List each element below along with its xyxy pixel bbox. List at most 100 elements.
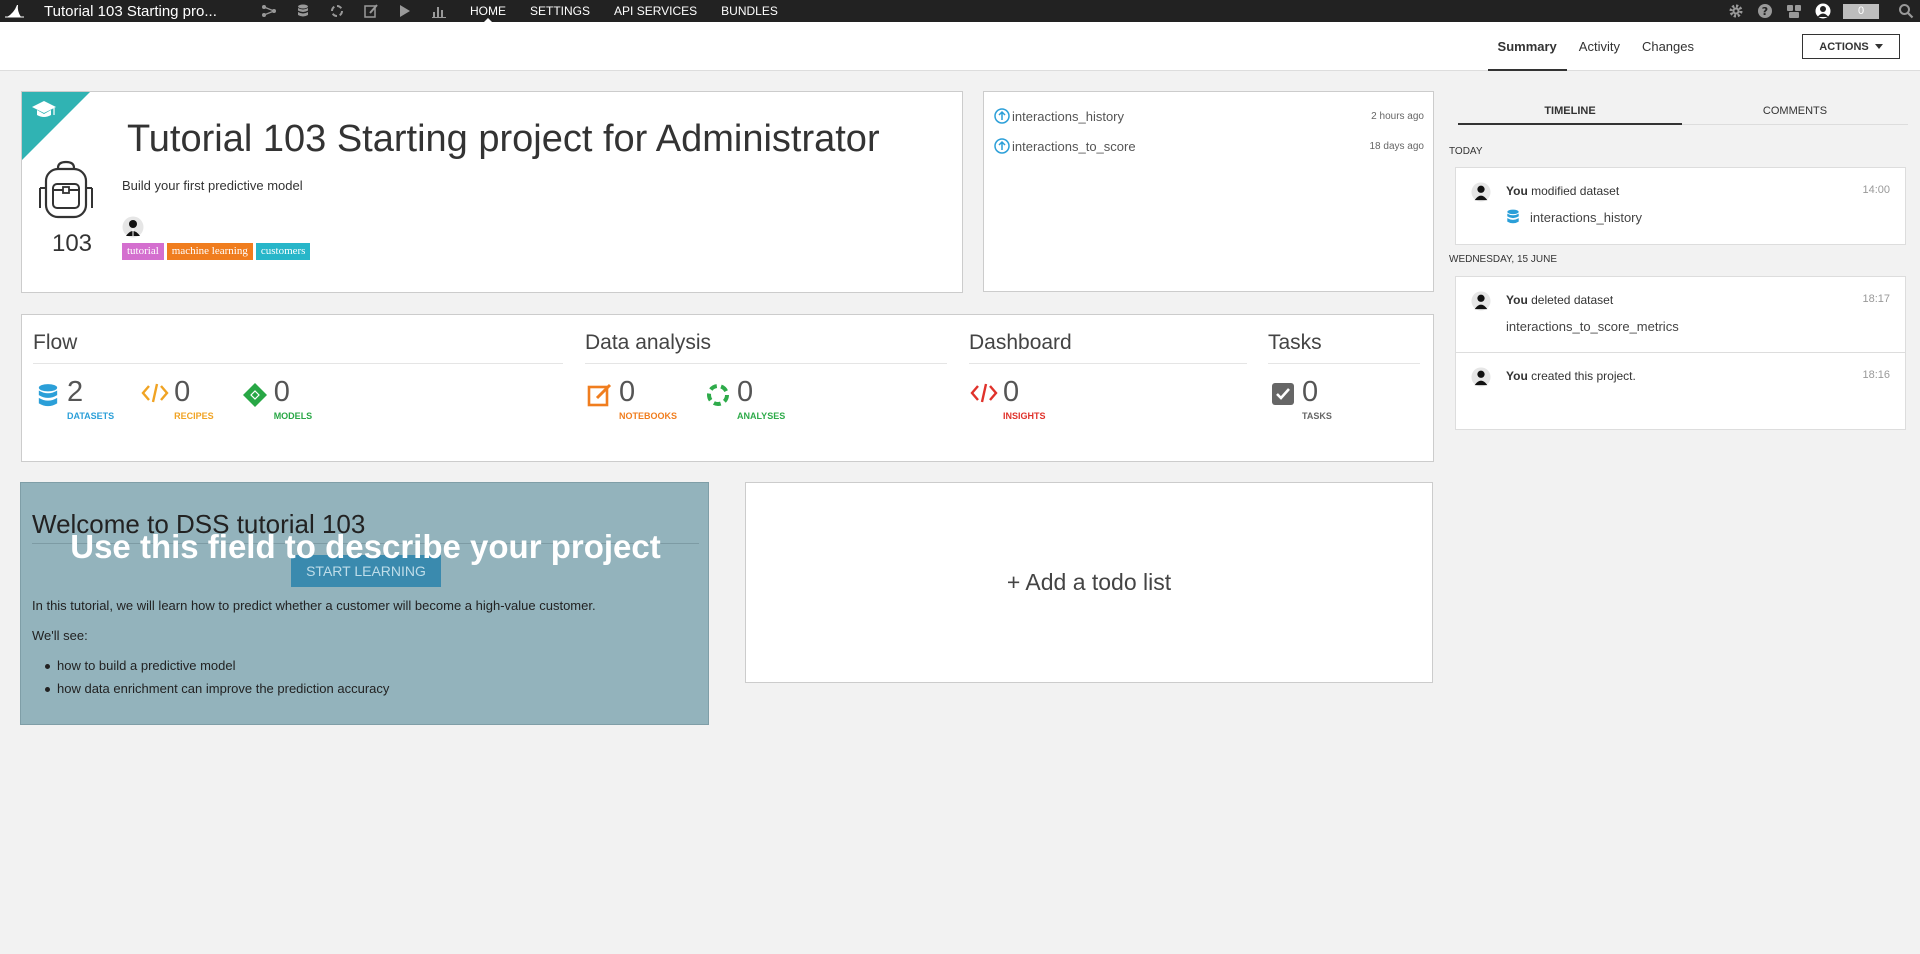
nav-bundles[interactable]: BUNDLES	[709, 0, 790, 22]
flow-section: Flow 2 DATASETS 0 RECIPES 0 MODELS	[33, 331, 563, 421]
project-name[interactable]: Tutorial 103 Starting project for Admini…	[127, 118, 880, 161]
actions-button[interactable]: ACTIONS	[1802, 34, 1900, 59]
dss-logo-icon[interactable]	[0, 0, 30, 22]
stat-label: MODELS	[273, 411, 313, 421]
tab-timeline[interactable]: TIMELINE	[1458, 103, 1682, 125]
nav-home[interactable]: HOME	[458, 0, 518, 22]
owner-avatar-icon[interactable]	[122, 216, 144, 243]
add-todo-list-label[interactable]: + Add a todo list	[1007, 569, 1171, 596]
flow-icon[interactable]	[252, 0, 286, 22]
recent-item[interactable]: interactions_to_score 18 days ago	[994, 138, 1424, 154]
data-analysis-section: Data analysis 0 NOTEBOOKS 0 ANALYSES	[585, 331, 947, 421]
data-analysis-title: Data analysis	[585, 331, 947, 364]
dashboard-section: Dashboard 0 INSIGHTS	[969, 331, 1247, 421]
project-number: 103	[51, 230, 93, 257]
timeline-object-link[interactable]: interactions_history	[1506, 209, 1642, 225]
tab-comments[interactable]: COMMENTS	[1682, 103, 1908, 125]
tag-badge[interactable]: customers	[255, 243, 311, 260]
timeline-entry: You created this project. 18:16	[1456, 353, 1905, 429]
timeline-entry: You deleted dataset 18:17 interactions_t…	[1456, 277, 1905, 353]
timeline-card-wednesday: You deleted dataset 18:17 interactions_t…	[1455, 276, 1906, 430]
search-icon[interactable]	[1891, 0, 1920, 22]
backpack-icon	[36, 160, 96, 225]
recent-item[interactable]: interactions_history 2 hours ago	[994, 108, 1424, 124]
stat-analyses[interactable]: 0 ANALYSES	[703, 377, 785, 421]
timeline-date-wednesday: WEDNESDAY, 15 JUNE	[1449, 254, 1557, 265]
list-item: how data enrichment can improve the pred…	[44, 681, 389, 704]
gear-icon[interactable]	[1721, 0, 1750, 22]
add-todo-list-panel[interactable]: + Add a todo list	[745, 482, 1433, 683]
project-subheader: Summary Activity Changes ACTIONS	[0, 22, 1920, 71]
user-avatar-icon[interactable]	[1471, 367, 1491, 392]
graduation-cap-icon	[31, 100, 57, 125]
recent-item-name: interactions_to_score	[1012, 138, 1136, 154]
user-avatar-icon[interactable]	[1471, 291, 1491, 316]
jobs-icon[interactable]	[388, 0, 422, 22]
timeline-object-name: interactions_to_score_metrics	[1506, 319, 1679, 334]
timeline-action: deleted dataset	[1527, 293, 1614, 307]
svg-text:?: ?	[1761, 5, 1767, 18]
tab-changes[interactable]: Changes	[1632, 22, 1704, 71]
actions-button-label: ACTIONS	[1819, 40, 1869, 53]
stat-value: 0	[619, 376, 636, 408]
timeline-user[interactable]: You	[1506, 369, 1528, 383]
tasks-icon	[1268, 382, 1298, 412]
stat-models[interactable]: 0 MODELS	[240, 376, 313, 421]
stat-insights[interactable]: 0 INSIGHTS	[969, 377, 1046, 421]
stat-tasks[interactable]: 0 TASKS	[1268, 377, 1332, 421]
datasets-icon	[33, 382, 63, 412]
project-description-panel[interactable]: Welcome to DSS tutorial 103 START LEARNI…	[20, 482, 709, 725]
notebooks-icon[interactable]	[354, 0, 388, 22]
recipes-icon	[140, 382, 170, 412]
insights-icon	[969, 382, 999, 412]
nav-settings[interactable]: SETTINGS	[518, 0, 602, 22]
recipes-icon[interactable]	[320, 0, 354, 22]
timeline-user[interactable]: You	[1506, 293, 1528, 307]
stat-label: TASKS	[1302, 411, 1332, 421]
tag-badge[interactable]: machine learning	[166, 243, 253, 260]
caret-down-icon	[1874, 44, 1883, 49]
timeline-user[interactable]: You	[1506, 184, 1528, 198]
stat-value: 0	[174, 376, 191, 408]
user-avatar-icon[interactable]	[1808, 0, 1837, 22]
tag-badge[interactable]: tutorial	[122, 243, 164, 260]
recent-items-panel: interactions_history 2 hours ago interacti…	[983, 91, 1434, 292]
stat-value: 0	[273, 376, 290, 408]
project-title-link[interactable]: Tutorial 103 Starting pro...	[44, 3, 222, 20]
timeline-action: modified dataset	[1527, 184, 1620, 198]
recent-item-name: interactions_history	[1012, 108, 1124, 124]
tab-activity[interactable]: Activity	[1569, 22, 1630, 71]
tab-summary[interactable]: Summary	[1487, 22, 1568, 71]
project-card: 103 Tutorial 103 Starting project for Ad…	[21, 91, 963, 293]
welcome-we-will-see: We'll see:	[32, 628, 88, 643]
welcome-bullet-list: how to build a predictive model how data…	[44, 658, 389, 704]
tasks-section: Tasks 0 TASKS	[1268, 331, 1420, 421]
project-short-description[interactable]: Build your first predictive model	[122, 178, 303, 193]
stat-value: 2	[67, 376, 84, 408]
help-icon[interactable]: ?	[1750, 0, 1779, 22]
welcome-paragraph: In this tutorial, we will learn how to p…	[32, 598, 596, 613]
timeline-tabs: TIMELINE COMMENTS	[1458, 103, 1908, 125]
recent-object-icon	[994, 108, 1010, 124]
nav-api-services[interactable]: API SERVICES	[602, 0, 709, 22]
tasks-title: Tasks	[1268, 331, 1420, 364]
notebooks-icon	[585, 382, 615, 412]
stat-value: 0	[737, 376, 754, 408]
stat-label: NOTEBOOKS	[619, 411, 678, 421]
timeline-card-today: You modified dataset 14:00 interactions_…	[1455, 167, 1906, 245]
stat-recipes[interactable]: 0 RECIPES	[140, 377, 214, 421]
user-avatar-icon[interactable]	[1471, 182, 1491, 207]
dataset-icon	[1507, 209, 1519, 224]
stat-value: 0	[1003, 376, 1020, 408]
stat-label: DATASETS	[67, 411, 115, 421]
datasets-icon[interactable]	[286, 0, 320, 22]
describe-project-overlay[interactable]: Use this field to describe your project	[21, 528, 708, 566]
stat-notebooks[interactable]: 0 NOTEBOOKS	[585, 377, 677, 421]
dashboards-icon[interactable]	[422, 0, 456, 22]
notification-counter[interactable]: 0	[1843, 3, 1879, 19]
timeline-time: 18:17	[1862, 293, 1890, 305]
stat-datasets[interactable]: 2 DATASETS	[33, 377, 114, 421]
recent-object-icon	[994, 138, 1010, 154]
apps-icon[interactable]	[1779, 0, 1808, 22]
recent-item-time: 2 hours ago	[1371, 110, 1424, 122]
